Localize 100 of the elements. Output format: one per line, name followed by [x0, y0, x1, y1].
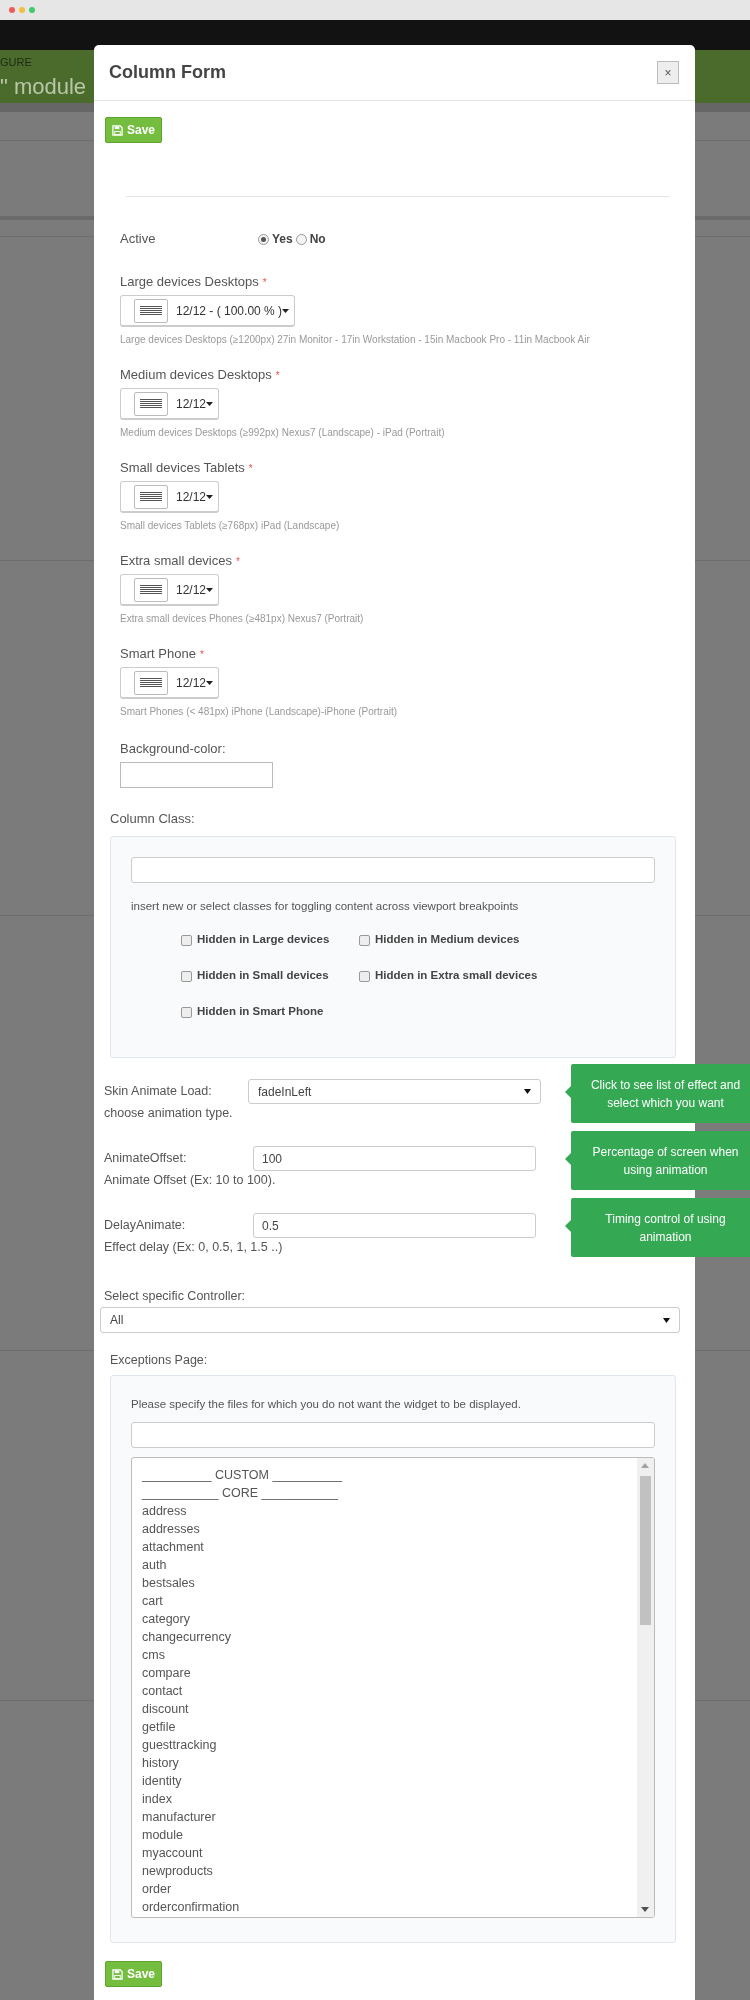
- help-text: Large devices Desktops (≥1200px) 27in Monitor - 17in Workstation - 15in Macbook Pro - 11in Macbook Air: [120, 333, 590, 347]
- field-label: Select specific Controller:: [104, 1288, 247, 1305]
- required-mark: *: [236, 554, 240, 569]
- list-option[interactable]: identity: [132, 1772, 637, 1790]
- animation-input-field[interactable]: 100: [253, 1146, 536, 1171]
- hint-text: Please specify the files for which you do not want the widget to be displayed.: [131, 1397, 522, 1412]
- column-width-dropdown[interactable]: 12/12: [120, 388, 220, 420]
- field-label: Column Class:: [110, 810, 196, 828]
- checkbox[interactable]: [181, 970, 192, 982]
- required-mark: *: [262, 275, 267, 290]
- checkbox[interactable]: [181, 1006, 192, 1018]
- list-option[interactable]: getfile: [132, 1718, 637, 1736]
- caret-icon: [206, 587, 214, 592]
- scroll-up-arrow-icon[interactable]: [641, 1463, 649, 1468]
- list-option[interactable]: history: [132, 1754, 637, 1772]
- list-option[interactable]: category: [132, 1610, 637, 1628]
- grid-lines-icon: [134, 577, 168, 602]
- list-option[interactable]: changecurrency: [132, 1628, 637, 1646]
- hint-text: insert new or select classes for toggling content across viewport breakpoints: [131, 899, 520, 914]
- list-option[interactable]: module: [132, 1826, 637, 1844]
- animation-input-field[interactable]: 0.5: [253, 1213, 536, 1238]
- caret-icon: [282, 308, 290, 313]
- list-option[interactable]: auth: [132, 1556, 637, 1574]
- list-option[interactable]: compare: [132, 1664, 637, 1682]
- list-option[interactable]: guesttracking: [132, 1736, 637, 1754]
- list-option[interactable]: index: [132, 1790, 637, 1808]
- field-label: Large devices Desktops: [120, 273, 259, 292]
- help-text: Small devices Tablets (≥768px) iPad (Landscape): [120, 519, 340, 533]
- list-option[interactable]: addresses: [132, 1520, 637, 1538]
- list-option[interactable]: discount: [132, 1700, 637, 1718]
- list-option[interactable]: cart: [132, 1592, 637, 1610]
- list-option[interactable]: address: [132, 1502, 637, 1520]
- column-width-dropdown[interactable]: 12/12 - ( 100.00 % ): [120, 295, 296, 327]
- list-option[interactable]: newproducts: [132, 1862, 637, 1880]
- radio-label: Yes: [272, 231, 293, 248]
- radio-label: No: [309, 231, 326, 248]
- caret-icon: [206, 680, 214, 685]
- field-label: Smart Phone: [120, 645, 196, 664]
- tooltip: Click to see list of effect and select which you want: [571, 1064, 750, 1123]
- caret-icon: [663, 1317, 670, 1323]
- grid-lines-icon: [134, 484, 168, 509]
- list-option[interactable]: attachment: [132, 1538, 637, 1556]
- required-mark: *: [199, 647, 204, 662]
- field-label: DelayAnimate:: [104, 1217, 187, 1235]
- field-label: Extra small devices: [120, 552, 232, 571]
- caret-icon: [524, 1089, 531, 1094]
- modal-title: Column Form: [109, 61, 226, 84]
- column-width-dropdown[interactable]: 12/12: [120, 667, 220, 699]
- scrollbar-thumb[interactable]: [640, 1476, 651, 1625]
- checkbox[interactable]: [359, 934, 370, 946]
- radio-button[interactable]: [258, 233, 269, 245]
- color-input-field[interactable]: [120, 762, 273, 788]
- list-option[interactable]: bestsales: [132, 1574, 637, 1592]
- window-controls-icon[interactable]: [9, 7, 37, 13]
- grid-lines-icon: [134, 298, 168, 323]
- animation-dropdown[interactable]: fadeInLeft: [248, 1079, 541, 1104]
- field-label: Exceptions Page:: [110, 1352, 209, 1369]
- help-text: Effect delay (Ex: 0, 0.5, 1, 1.5 ..): [104, 1239, 284, 1256]
- list-option[interactable]: ___________ CORE ___________: [132, 1484, 637, 1502]
- field-label: AnimateOffset:: [104, 1150, 188, 1168]
- column-width-dropdown[interactable]: 12/12: [120, 481, 220, 513]
- caret-icon: [206, 401, 214, 406]
- grid-lines-icon: [134, 670, 168, 695]
- field-label: Small devices Tablets: [120, 459, 245, 478]
- checkbox-label: Hidden in Large devices: [197, 932, 330, 948]
- checkbox[interactable]: [359, 970, 370, 982]
- help-text: Smart Phones (< 481px) iPhone (Landscape)-iPhone (Portrait): [120, 705, 398, 719]
- list-option[interactable]: __________ CUSTOM __________: [132, 1466, 637, 1484]
- tooltip: Percentage of screen when using animation: [571, 1131, 750, 1190]
- column-width-dropdown[interactable]: 12/12: [120, 574, 220, 606]
- field-label: Active: [120, 230, 157, 249]
- field-label: Background-color:: [120, 740, 226, 758]
- field-label: Medium devices Desktops: [120, 366, 272, 385]
- required-mark: *: [275, 368, 280, 383]
- list-option[interactable]: manufacturer: [132, 1808, 637, 1826]
- page-title: " module: [0, 74, 87, 100]
- list-option[interactable]: order: [132, 1880, 637, 1898]
- list-option[interactable]: cms: [132, 1646, 637, 1664]
- required-mark: *: [248, 461, 253, 476]
- exceptions-input-field[interactable]: [131, 1422, 655, 1448]
- radio-button[interactable]: [295, 233, 307, 245]
- list-option[interactable]: contact: [132, 1682, 637, 1700]
- checkbox-label: Hidden in Smart Phone: [197, 1004, 324, 1020]
- controller-dropdown[interactable]: All: [100, 1307, 680, 1333]
- field-label: Skin Animate Load:: [104, 1083, 213, 1101]
- help-text: Animate Offset (Ex: 10 to 100).: [104, 1172, 277, 1189]
- checkbox-label: Hidden in Small devices: [197, 968, 329, 984]
- close-button[interactable]: ×: [657, 61, 679, 84]
- caret-icon: [206, 494, 214, 499]
- scrollbar[interactable]: [637, 1458, 654, 1917]
- tooltip: Timing control of using animation: [571, 1198, 750, 1257]
- scroll-down-arrow-icon[interactable]: [641, 1907, 649, 1912]
- grid-lines-icon: [134, 391, 168, 416]
- list-option[interactable]: myaccount: [132, 1844, 637, 1862]
- checkbox-label: Hidden in Extra small devices: [375, 968, 538, 984]
- class-input-field[interactable]: [131, 857, 655, 883]
- help-text: Medium devices Desktops (≥992px) Nexus7 (Landscape) - iPad (Portrait): [120, 426, 445, 440]
- checkbox[interactable]: [181, 934, 192, 946]
- checkbox-label: Hidden in Medium devices: [375, 932, 520, 948]
- list-option[interactable]: orderconfirmation: [132, 1898, 637, 1916]
